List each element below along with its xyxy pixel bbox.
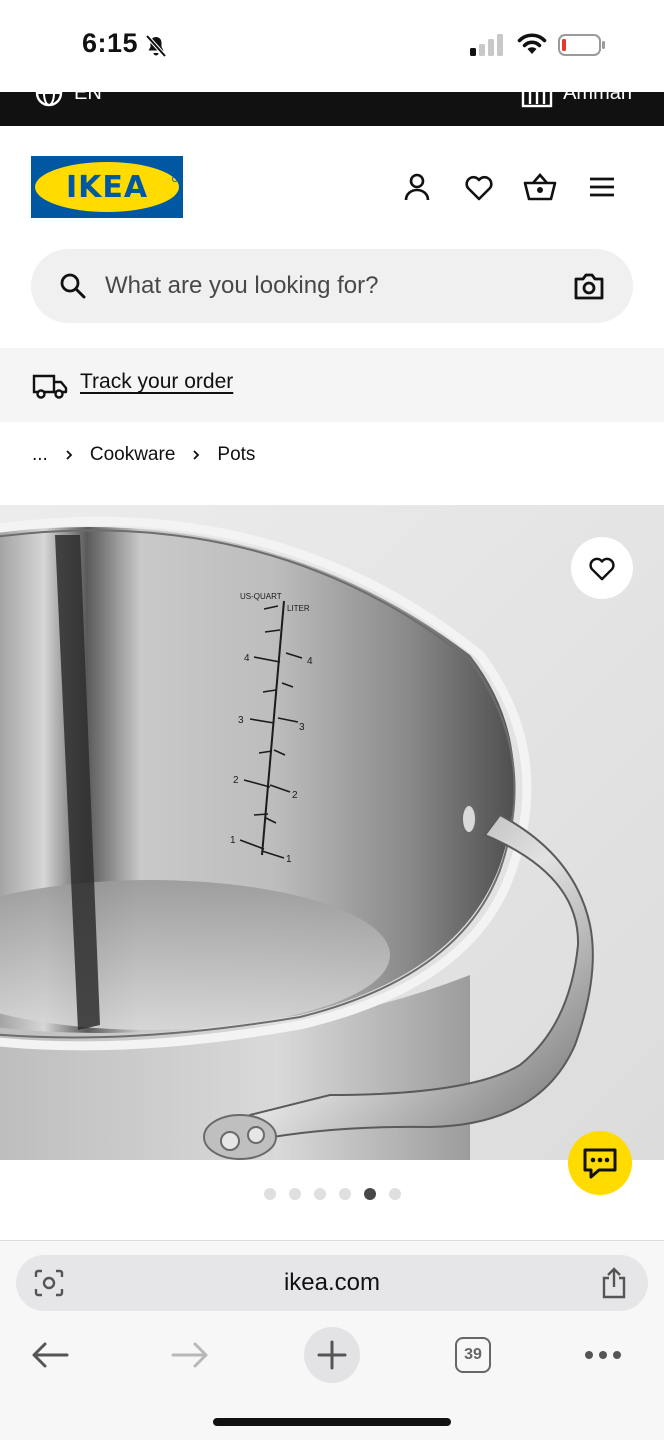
ikea-logo[interactable]: IKEA xyxy=(31,156,183,218)
status-time: 6:15 xyxy=(82,28,139,58)
wishlist-button[interactable] xyxy=(462,170,496,204)
arrow-right-icon xyxy=(171,1342,208,1368)
breadcrumb: ... Cookware Pots xyxy=(32,440,255,470)
scale-quart-1: 1 xyxy=(230,835,236,846)
menu-button[interactable] xyxy=(585,170,619,204)
cellular-signal-icon xyxy=(470,34,503,56)
heart-icon xyxy=(589,557,615,581)
more-button[interactable] xyxy=(582,1327,624,1383)
carousel-dot[interactable] xyxy=(264,1188,276,1200)
chevron-right-icon xyxy=(66,450,73,460)
language-label: EN xyxy=(74,92,102,104)
breadcrumb-item-pots[interactable]: Pots xyxy=(217,444,255,466)
tabs-icon: 39 xyxy=(455,1337,491,1373)
carousel-dot[interactable] xyxy=(314,1188,326,1200)
stainless-pot-illustration: US-QUART LITER 4 3 2 1 4 3 2 1 xyxy=(0,505,664,1160)
url-text: ikea.com xyxy=(283,1269,381,1296)
scale-quart-2: 2 xyxy=(233,775,239,786)
carousel-dot[interactable] xyxy=(289,1188,301,1200)
search-icon xyxy=(60,273,86,299)
site-header: IKEA xyxy=(0,126,664,348)
scale-liter-1: 1 xyxy=(286,854,292,865)
logo-text: IKEA xyxy=(66,170,148,205)
breadcrumb-item-cookware[interactable]: Cookware xyxy=(90,444,176,466)
tab-count: 39 xyxy=(464,1346,482,1363)
scale-liter-2: 2 xyxy=(292,790,298,801)
chat-button[interactable] xyxy=(568,1131,632,1195)
person-icon xyxy=(404,173,430,201)
language-selector[interactable]: EN xyxy=(34,92,102,108)
menu-icon xyxy=(590,177,614,197)
utility-bar: EN Amman xyxy=(0,92,664,126)
home-indicator[interactable] xyxy=(213,1418,451,1426)
carousel-dot-active[interactable] xyxy=(364,1188,376,1200)
product-image[interactable]: US-QUART LITER 4 3 2 1 4 3 2 1 xyxy=(0,505,664,1160)
arrow-left-icon xyxy=(32,1342,69,1368)
globe-icon xyxy=(35,92,63,107)
store-selector[interactable]: Amman xyxy=(521,92,632,108)
cart-button[interactable] xyxy=(523,170,557,204)
camera-icon[interactable] xyxy=(573,271,605,301)
heart-icon xyxy=(465,175,493,201)
scale-quart-label: US-QUART xyxy=(240,592,282,601)
address-bar[interactable]: ikea.com xyxy=(16,1255,648,1311)
carousel-dot[interactable] xyxy=(389,1188,401,1200)
carousel-indicator xyxy=(264,1188,401,1200)
store-icon xyxy=(521,92,553,108)
scale-quart-4: 4 xyxy=(244,653,250,664)
search-input[interactable] xyxy=(105,249,555,323)
scale-liter-3: 3 xyxy=(299,722,305,733)
tabs-button[interactable]: 39 xyxy=(454,1327,492,1383)
share-icon[interactable] xyxy=(600,1267,628,1299)
status-bar: 6:15 xyxy=(0,0,664,92)
scale-liter-4: 4 xyxy=(307,656,313,667)
add-to-favourites-button[interactable] xyxy=(571,537,633,599)
chevron-right-icon xyxy=(193,450,200,460)
back-button[interactable] xyxy=(28,1327,72,1383)
track-order-banner: Track your order xyxy=(0,348,664,422)
truck-icon xyxy=(32,374,68,399)
wifi-icon xyxy=(517,33,547,54)
chat-bubble-icon xyxy=(583,1148,617,1179)
plus-icon xyxy=(317,1340,347,1370)
battery-icon xyxy=(558,34,605,56)
browser-toolbar: ikea.com 39 xyxy=(0,1240,664,1440)
scale-quart-3: 3 xyxy=(238,715,244,726)
store-label: Amman xyxy=(563,92,632,104)
track-order-link[interactable]: Track your order xyxy=(80,370,233,394)
forward-button[interactable] xyxy=(168,1327,212,1383)
account-button[interactable] xyxy=(400,170,434,204)
breadcrumb-ellipsis[interactable]: ... xyxy=(32,444,48,466)
basket-icon xyxy=(523,173,557,201)
carousel-dot[interactable] xyxy=(339,1188,351,1200)
search-bar[interactable] xyxy=(31,249,633,323)
more-dots-icon xyxy=(585,1351,621,1359)
bell-off-icon xyxy=(145,34,167,58)
new-tab-button[interactable] xyxy=(304,1327,360,1383)
scale-liter-label: LITER xyxy=(287,604,310,613)
